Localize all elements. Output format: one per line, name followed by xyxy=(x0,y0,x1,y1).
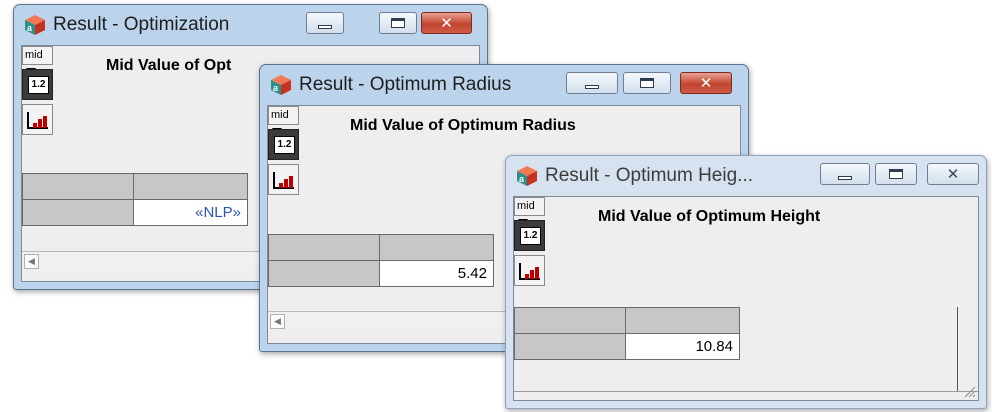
index-header-cell xyxy=(268,234,380,261)
table-header-row xyxy=(22,173,248,200)
table-row: 5.42 xyxy=(268,260,494,287)
index-cell xyxy=(514,333,626,360)
maximize-button[interactable] xyxy=(875,163,917,185)
table-view-button[interactable]: 1.2 xyxy=(268,129,299,160)
table-row: 10.84 xyxy=(514,333,740,360)
mid-value-dropdown[interactable]: mid xyxy=(268,106,299,134)
result-heading: Mid Value of Opt xyxy=(106,57,232,74)
app-cube-icon: a xyxy=(25,15,45,35)
maximize-icon xyxy=(889,169,903,179)
index-header-cell xyxy=(22,173,134,200)
maximize-button[interactable] xyxy=(379,12,417,34)
minimize-icon xyxy=(318,25,332,29)
title-bar[interactable]: a Result - Optimum Heig... ✕ xyxy=(513,156,979,196)
table-row: «NLP» xyxy=(22,199,248,226)
title-bar[interactable]: a Result - Optimization ✕ xyxy=(21,5,480,45)
result-window-optimum-height[interactable]: a Result - Optimum Heig... ✕ mid 1.2 Mid… xyxy=(505,155,987,409)
result-heading: Mid Value of Optimum Radius xyxy=(350,117,576,134)
table-header-row xyxy=(268,234,494,261)
table-view-icon: 1.2 xyxy=(520,227,541,245)
value-header-cell xyxy=(625,307,740,334)
value-cell[interactable]: «NLP» xyxy=(133,199,248,226)
app-cube-icon: a xyxy=(517,166,537,186)
window-title: Result - Optimum Heig... xyxy=(545,165,753,186)
maximize-button[interactable] xyxy=(623,72,671,94)
table-view-button[interactable]: 1.2 xyxy=(514,220,545,251)
close-button[interactable]: ✕ xyxy=(927,163,979,185)
minimize-icon xyxy=(585,85,599,89)
window-title: Result - Optimum Radius xyxy=(299,74,512,95)
table-view-icon: 1.2 xyxy=(28,76,49,94)
table-view-button[interactable]: 1.2 xyxy=(22,69,53,100)
close-icon: ✕ xyxy=(440,14,453,32)
mid-value-dropdown[interactable]: mid xyxy=(514,197,545,225)
vertical-divider xyxy=(957,307,958,400)
value-cell[interactable]: 10.84 xyxy=(625,333,740,360)
graph-view-icon xyxy=(273,172,294,189)
graph-view-icon xyxy=(27,112,48,129)
horizontal-scrollbar[interactable] xyxy=(514,391,978,400)
index-header-cell xyxy=(514,307,626,334)
value-header-cell xyxy=(379,234,494,261)
close-button[interactable]: ✕ xyxy=(421,12,472,34)
mid-value-dropdown[interactable]: mid xyxy=(22,46,53,74)
graph-view-icon xyxy=(519,263,540,280)
index-cell xyxy=(22,199,134,226)
graph-view-button[interactable] xyxy=(514,255,545,286)
result-table: 10.84 xyxy=(514,307,740,360)
maximize-icon xyxy=(640,78,654,88)
result-content: mid 1.2 Mid Value of Optimum Height 10.8… xyxy=(513,196,979,401)
index-cell xyxy=(268,260,380,287)
minimize-button[interactable] xyxy=(566,72,618,94)
window-title: Result - Optimization xyxy=(53,14,230,35)
title-bar[interactable]: a Result - Optimum Radius ✕ xyxy=(267,65,741,105)
graph-view-button[interactable] xyxy=(268,164,299,195)
scroll-left-arrow-icon[interactable]: ◀ xyxy=(270,314,285,329)
scroll-left-arrow-icon[interactable]: ◀ xyxy=(24,254,39,269)
minimize-button[interactable] xyxy=(306,12,344,34)
result-table: «NLP» xyxy=(22,173,248,226)
result-table: 5.42 xyxy=(268,234,494,287)
value-header-cell xyxy=(133,173,248,200)
table-header-row xyxy=(514,307,740,334)
maximize-icon xyxy=(391,18,405,28)
resize-grip-icon[interactable] xyxy=(962,384,976,398)
minimize-button[interactable] xyxy=(820,163,870,185)
close-icon: ✕ xyxy=(699,74,713,92)
table-view-icon: 1.2 xyxy=(274,136,295,154)
minimize-icon xyxy=(838,176,852,180)
app-cube-icon: a xyxy=(271,75,291,95)
result-heading: Mid Value of Optimum Height xyxy=(598,208,821,225)
value-cell[interactable]: 5.42 xyxy=(379,260,494,287)
graph-view-button[interactable] xyxy=(22,104,53,135)
close-button[interactable]: ✕ xyxy=(680,72,732,94)
close-icon: ✕ xyxy=(946,165,960,183)
